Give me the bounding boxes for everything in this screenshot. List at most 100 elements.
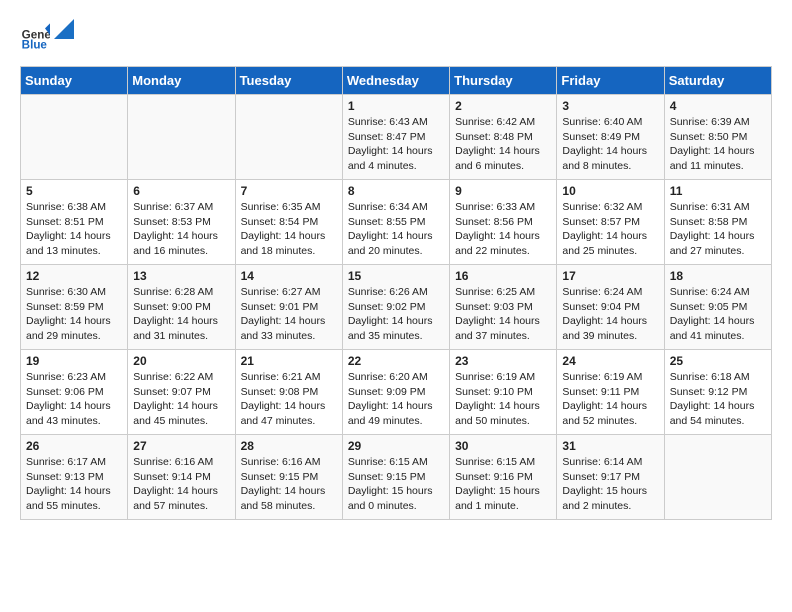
day-details: Sunrise: 6:18 AMSunset: 9:12 PMDaylight:… [670, 370, 766, 429]
day-number: 23 [455, 354, 551, 368]
day-details: Sunrise: 6:24 AMSunset: 9:04 PMDaylight:… [562, 285, 658, 344]
day-details: Sunrise: 6:33 AMSunset: 8:56 PMDaylight:… [455, 200, 551, 259]
page-header: General Blue [20, 20, 772, 50]
day-number: 6 [133, 184, 229, 198]
calendar-cell: 30 Sunrise: 6:15 AMSunset: 9:16 PMDayligh… [450, 435, 557, 520]
day-number: 11 [670, 184, 766, 198]
day-details: Sunrise: 6:21 AMSunset: 9:08 PMDaylight:… [241, 370, 337, 429]
calendar-cell: 24 Sunrise: 6:19 AMSunset: 9:11 PMDayligh… [557, 350, 664, 435]
day-header-wednesday: Wednesday [342, 67, 449, 95]
calendar-cell: 5 Sunrise: 6:38 AMSunset: 8:51 PMDaylight… [21, 180, 128, 265]
day-details: Sunrise: 6:39 AMSunset: 8:50 PMDaylight:… [670, 115, 766, 174]
day-details: Sunrise: 6:43 AMSunset: 8:47 PMDaylight:… [348, 115, 444, 174]
day-number: 27 [133, 439, 229, 453]
day-number: 13 [133, 269, 229, 283]
day-number: 30 [455, 439, 551, 453]
day-header-friday: Friday [557, 67, 664, 95]
logo: General Blue [20, 20, 74, 50]
day-details: Sunrise: 6:38 AMSunset: 8:51 PMDaylight:… [26, 200, 122, 259]
calendar-cell: 13 Sunrise: 6:28 AMSunset: 9:00 PMDayligh… [128, 265, 235, 350]
calendar-cell [21, 95, 128, 180]
day-number: 9 [455, 184, 551, 198]
calendar-week-row: 12 Sunrise: 6:30 AMSunset: 8:59 PMDayligh… [21, 265, 772, 350]
day-number: 24 [562, 354, 658, 368]
day-details: Sunrise: 6:25 AMSunset: 9:03 PMDaylight:… [455, 285, 551, 344]
day-number: 7 [241, 184, 337, 198]
calendar-cell [128, 95, 235, 180]
day-number: 14 [241, 269, 337, 283]
day-header-thursday: Thursday [450, 67, 557, 95]
calendar-cell: 17 Sunrise: 6:24 AMSunset: 9:04 PMDayligh… [557, 265, 664, 350]
day-header-sunday: Sunday [21, 67, 128, 95]
calendar-cell: 26 Sunrise: 6:17 AMSunset: 9:13 PMDayligh… [21, 435, 128, 520]
calendar-cell: 18Sunrise: 6:24 AMSunset: 9:05 PMDayligh… [664, 265, 771, 350]
calendar-cell [235, 95, 342, 180]
day-details: Sunrise: 6:27 AMSunset: 9:01 PMDaylight:… [241, 285, 337, 344]
day-details: Sunrise: 6:26 AMSunset: 9:02 PMDaylight:… [348, 285, 444, 344]
day-number: 22 [348, 354, 444, 368]
day-details: Sunrise: 6:15 AMSunset: 9:16 PMDaylight:… [455, 455, 551, 514]
calendar-cell: 22 Sunrise: 6:20 AMSunset: 9:09 PMDayligh… [342, 350, 449, 435]
calendar-cell: 31Sunrise: 6:14 AMSunset: 9:17 PMDayligh… [557, 435, 664, 520]
day-number: 12 [26, 269, 122, 283]
day-details: Sunrise: 6:15 AMSunset: 9:15 PMDaylight:… [348, 455, 444, 514]
calendar-cell: 11 Sunrise: 6:31 AMSunset: 8:58 PMDayligh… [664, 180, 771, 265]
day-details: Sunrise: 6:32 AMSunset: 8:57 PMDaylight:… [562, 200, 658, 259]
day-details: Sunrise: 6:19 AMSunset: 9:10 PMDaylight:… [455, 370, 551, 429]
day-number: 20 [133, 354, 229, 368]
day-number: 15 [348, 269, 444, 283]
day-number: 3 [562, 99, 658, 113]
calendar-cell: 2Sunrise: 6:42 AMSunset: 8:48 PMDaylight… [450, 95, 557, 180]
day-details: Sunrise: 6:23 AMSunset: 9:06 PMDaylight:… [26, 370, 122, 429]
day-number: 25 [670, 354, 766, 368]
calendar-cell: 9 Sunrise: 6:33 AMSunset: 8:56 PMDaylight… [450, 180, 557, 265]
day-number: 19 [26, 354, 122, 368]
day-details: Sunrise: 6:30 AMSunset: 8:59 PMDaylight:… [26, 285, 122, 344]
logo-arrow-icon [54, 19, 74, 39]
calendar-cell: 14 Sunrise: 6:27 AMSunset: 9:01 PMDayligh… [235, 265, 342, 350]
day-details: Sunrise: 6:35 AMSunset: 8:54 PMDaylight:… [241, 200, 337, 259]
day-details: Sunrise: 6:40 AMSunset: 8:49 PMDaylight:… [562, 115, 658, 174]
calendar-cell: 21Sunrise: 6:21 AMSunset: 9:08 PMDayligh… [235, 350, 342, 435]
calendar-cell: 20 Sunrise: 6:22 AMSunset: 9:07 PMDayligh… [128, 350, 235, 435]
day-details: Sunrise: 6:16 AMSunset: 9:14 PMDaylight:… [133, 455, 229, 514]
calendar-cell: 19 Sunrise: 6:23 AMSunset: 9:06 PMDayligh… [21, 350, 128, 435]
day-details: Sunrise: 6:20 AMSunset: 9:09 PMDaylight:… [348, 370, 444, 429]
day-details: Sunrise: 6:37 AMSunset: 8:53 PMDaylight:… [133, 200, 229, 259]
calendar-cell: 3 Sunrise: 6:40 AMSunset: 8:49 PMDaylight… [557, 95, 664, 180]
calendar-cell: 1 Sunrise: 6:43 AMSunset: 8:47 PMDaylight… [342, 95, 449, 180]
day-details: Sunrise: 6:17 AMSunset: 9:13 PMDaylight:… [26, 455, 122, 514]
day-details: Sunrise: 6:31 AMSunset: 8:58 PMDaylight:… [670, 200, 766, 259]
calendar-cell: 16Sunrise: 6:25 AMSunset: 9:03 PMDayligh… [450, 265, 557, 350]
calendar-cell: 10 Sunrise: 6:32 AMSunset: 8:57 PMDayligh… [557, 180, 664, 265]
day-details: Sunrise: 6:16 AMSunset: 9:15 PMDaylight:… [241, 455, 337, 514]
calendar-week-row: 26 Sunrise: 6:17 AMSunset: 9:13 PMDayligh… [21, 435, 772, 520]
day-details: Sunrise: 6:24 AMSunset: 9:05 PMDaylight:… [670, 285, 766, 344]
day-details: Sunrise: 6:19 AMSunset: 9:11 PMDaylight:… [562, 370, 658, 429]
calendar-cell: 6 Sunrise: 6:37 AMSunset: 8:53 PMDaylight… [128, 180, 235, 265]
svg-text:Blue: Blue [22, 38, 48, 50]
day-header-monday: Monday [128, 67, 235, 95]
calendar-cell: 7 Sunrise: 6:35 AMSunset: 8:54 PMDaylight… [235, 180, 342, 265]
day-number: 5 [26, 184, 122, 198]
day-number: 10 [562, 184, 658, 198]
day-details: Sunrise: 6:22 AMSunset: 9:07 PMDaylight:… [133, 370, 229, 429]
day-details: Sunrise: 6:42 AMSunset: 8:48 PMDaylight:… [455, 115, 551, 174]
calendar-cell [664, 435, 771, 520]
logo-icon: General Blue [20, 20, 50, 50]
day-details: Sunrise: 6:28 AMSunset: 9:00 PMDaylight:… [133, 285, 229, 344]
calendar-cell: 15 Sunrise: 6:26 AMSunset: 9:02 PMDayligh… [342, 265, 449, 350]
day-number: 29 [348, 439, 444, 453]
calendar-cell: 8Sunrise: 6:34 AMSunset: 8:55 PMDaylight… [342, 180, 449, 265]
day-number: 17 [562, 269, 658, 283]
calendar-cell: 27 Sunrise: 6:16 AMSunset: 9:14 PMDayligh… [128, 435, 235, 520]
day-details: Sunrise: 6:34 AMSunset: 8:55 PMDaylight:… [348, 200, 444, 259]
day-number: 31 [562, 439, 658, 453]
day-number: 26 [26, 439, 122, 453]
day-header-tuesday: Tuesday [235, 67, 342, 95]
calendar-body: 1 Sunrise: 6:43 AMSunset: 8:47 PMDaylight… [21, 95, 772, 520]
calendar-table: SundayMondayTuesdayWednesdayThursdayFrid… [20, 66, 772, 520]
calendar-week-row: 19 Sunrise: 6:23 AMSunset: 9:06 PMDayligh… [21, 350, 772, 435]
day-number: 1 [348, 99, 444, 113]
calendar-header-row: SundayMondayTuesdayWednesdayThursdayFrid… [21, 67, 772, 95]
